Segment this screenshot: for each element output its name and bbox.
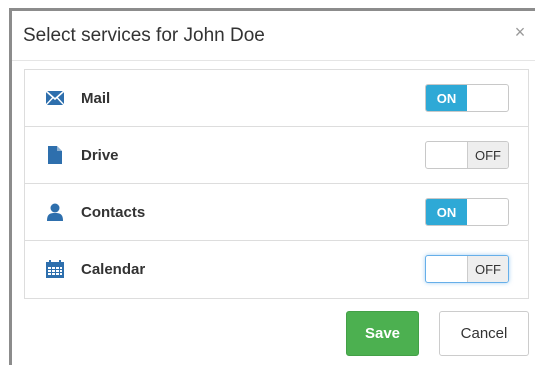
file-icon <box>45 145 65 165</box>
service-row-calendar: Calendar OFF <box>25 241 528 297</box>
drive-toggle[interactable]: OFF <box>425 141 509 169</box>
close-icon[interactable]: × <box>511 23 529 41</box>
dialog-footer: Save Cancel <box>346 311 529 356</box>
calendar-toggle[interactable]: OFF <box>425 255 509 283</box>
save-button[interactable]: Save <box>346 311 419 356</box>
dialog-title: Select services for John Doe <box>23 24 265 46</box>
envelope-icon <box>45 88 65 108</box>
service-label: Mail <box>81 89 111 107</box>
contacts-toggle[interactable]: ON <box>425 198 509 226</box>
service-row-drive: Drive OFF <box>25 127 528 184</box>
select-services-dialog: Select services for John Doe × Mail ON D… <box>9 8 535 365</box>
calendar-icon <box>45 259 65 279</box>
user-icon <box>45 202 65 222</box>
toggle-off-label: OFF <box>467 256 508 282</box>
services-list: Mail ON Drive OFF Contacts ON Calendar O… <box>24 69 529 299</box>
service-row-mail: Mail ON <box>25 70 528 127</box>
service-label: Calendar <box>81 260 146 278</box>
service-label: Contacts <box>81 203 146 221</box>
cancel-button[interactable]: Cancel <box>439 311 529 356</box>
toggle-off-label: OFF <box>467 142 508 168</box>
mail-toggle[interactable]: ON <box>425 84 509 112</box>
dialog-header: Select services for John Doe × <box>12 11 535 61</box>
toggle-on-label: ON <box>426 199 467 225</box>
service-label: Drive <box>81 146 119 164</box>
toggle-on-label: ON <box>426 85 467 111</box>
service-row-contacts: Contacts ON <box>25 184 528 241</box>
